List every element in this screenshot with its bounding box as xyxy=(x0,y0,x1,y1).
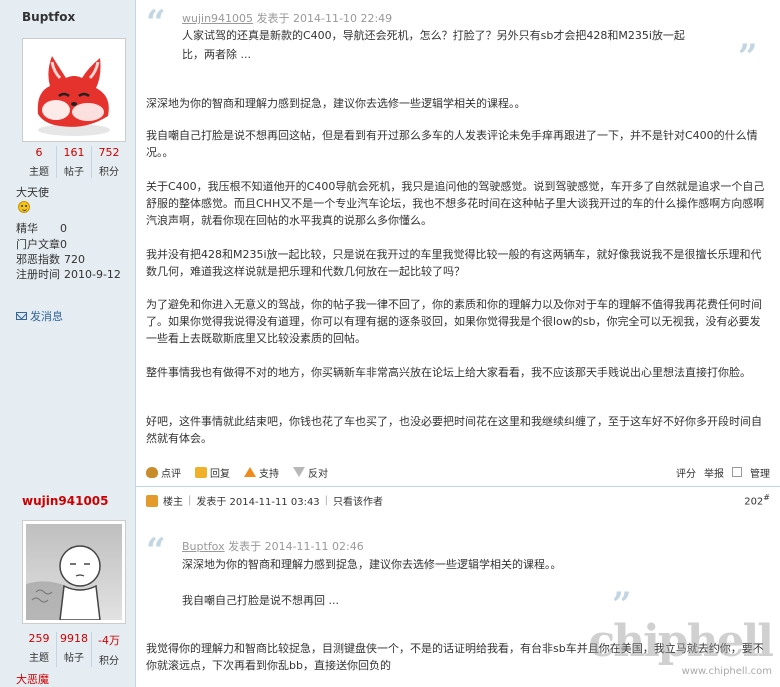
chiphell-logo: chiphell xyxy=(588,616,774,667)
stat-posts-value: 9918 xyxy=(60,632,88,645)
post-divider xyxy=(136,486,780,487)
stat-credits-value: -4万 xyxy=(98,634,120,647)
send-message-link[interactable]: 发消息 xyxy=(16,308,63,324)
stat-posts[interactable]: 161 帖子 xyxy=(57,146,92,178)
quote-header: wujin941005 发表于 2014-11-10 22:49 xyxy=(182,10,392,26)
oppose-button[interactable]: 反对 xyxy=(293,465,328,480)
user-title[interactable]: 大恶魔 xyxy=(16,671,49,687)
rate-label: 点评 xyxy=(161,468,181,480)
floor-mark: # xyxy=(763,493,770,503)
score-link[interactable]: 评分 xyxy=(676,465,696,480)
reply-icon xyxy=(195,466,207,478)
quote-close-icon: ” xyxy=(738,37,758,77)
quote-author-link[interactable]: wujin941005 xyxy=(182,12,253,25)
watermark-url: www.chiphell.com xyxy=(681,666,772,677)
stat-posts-label: 帖子 xyxy=(64,167,84,178)
stat-credits[interactable]: -4万 积分 xyxy=(92,632,126,667)
manage-label: 管理 xyxy=(750,468,770,480)
site-watermark: chiphell www.chiphell.com xyxy=(588,616,774,678)
quote-open-icon: “ xyxy=(146,531,166,571)
sketch-avatar-icon xyxy=(26,524,122,620)
stat-topics-label: 主题 xyxy=(29,653,49,664)
rate-button[interactable]: 点评 xyxy=(146,465,181,480)
post-actions: 点评 回复 支持 反对 评分 举报 管理 xyxy=(146,462,770,482)
field-value: 0 xyxy=(60,238,67,251)
stat-topics-value: 6 xyxy=(35,146,43,159)
thread-starter-badge: 楼主 xyxy=(163,497,183,508)
field-label: 门户文章 xyxy=(16,238,60,251)
report-link[interactable]: 举报 xyxy=(704,465,724,480)
avatar[interactable] xyxy=(22,38,126,142)
stat-posts-value: 161 xyxy=(63,146,85,159)
only-author-link[interactable]: 只看该作者 xyxy=(333,493,383,508)
floor-number[interactable]: 202# xyxy=(744,493,770,507)
support-button[interactable]: 支持 xyxy=(244,465,279,480)
reply-button[interactable]: 回复 xyxy=(195,465,230,480)
stat-posts[interactable]: 9918 帖子 xyxy=(57,632,92,667)
oppose-label: 反对 xyxy=(308,468,328,480)
post-time: 发表于 2014-11-11 03:43 xyxy=(196,497,320,508)
username-wujin941005[interactable]: wujin941005 xyxy=(22,494,109,508)
field-label: 邪恶指数 xyxy=(16,253,60,266)
user-stats: 6 主题 161 帖子 752 积分 xyxy=(22,146,126,178)
field-value: 2010-9-12 xyxy=(64,268,121,281)
reply-label: 回复 xyxy=(210,468,230,480)
post-header: 楼主 | 发表于 2014-11-11 03:43 | 只看该作者 202# xyxy=(146,493,770,508)
quote-text-line: 我自嘲自己打脸是说不想再回 ... xyxy=(182,594,339,607)
fox-avatar-icon xyxy=(26,42,122,138)
manage-checkbox[interactable] xyxy=(732,467,742,477)
field-value: 0 xyxy=(60,222,67,235)
post-paragraph: 好吧，这件事情就此结束吧，你钱也花了车也买了，也没必要把时间花在这里和我继续纠缠… xyxy=(146,415,762,445)
stat-credits[interactable]: 752 积分 xyxy=(92,146,126,178)
quote-text-line: 人家试驾的还真是新款的C400，导航还会死机，怎么？打脸了？另外只有sb才会把4… xyxy=(182,29,685,42)
post-actions-right: 评分 举报 管理 xyxy=(676,465,770,480)
smiley-icon xyxy=(18,201,30,213)
support-label: 支持 xyxy=(259,468,279,480)
separator: | xyxy=(324,495,329,506)
arrow-down-icon xyxy=(293,467,305,477)
separator: | xyxy=(188,495,192,506)
post-paragraph: 关于C400，我压根不知道他开的C400导航会死机，我只是追问他的驾驶感觉。说到… xyxy=(146,180,765,227)
field-value: 720 xyxy=(64,253,85,266)
user-title[interactable]: 大天使 xyxy=(16,184,49,200)
field-register-date: 注册时间 2010-9-12 xyxy=(16,266,121,282)
user-sidebar: Buptfox 6 主题 161 帖子 752 积分 大天使 精华 0 门户文章… xyxy=(0,0,136,687)
post-paragraph: 整件事情我也有做得不对的地方，你买辆新车非常高兴放在论坛上给大家看看，我不应该那… xyxy=(146,366,751,379)
floor-value: 202 xyxy=(744,496,764,508)
post-paragraph: 为了避免和你进入无意义的驾战，你的帖子我一律不回了，你的素质和你的理解力以及你对… xyxy=(146,298,762,345)
quote-posted: 发表于 2014-11-10 22:49 xyxy=(256,12,393,25)
post-paragraph: 深深地为你的智商和理解力感到捉急，建议你去选修一些逻辑学相关的课程。。 xyxy=(146,97,526,110)
quote-text-line: 比，两者除 ... xyxy=(182,48,251,61)
avatar[interactable] xyxy=(22,520,126,624)
thread-starter-icon xyxy=(146,494,158,507)
mail-icon xyxy=(16,312,27,320)
stat-topics-label: 主题 xyxy=(29,167,49,178)
comment-icon xyxy=(146,466,158,478)
field-digest: 精华 0 xyxy=(16,220,67,236)
quote-author-link[interactable]: Buptfox xyxy=(182,540,225,553)
post-paragraph: 我并没有把428和M235i放一起比较，只是说在我开过的车里我觉得比较一般的有这… xyxy=(146,248,762,278)
field-articles: 门户文章0 xyxy=(16,236,67,252)
quote-block: “ wujin941005 发表于 2014-11-10 22:49 人家试驾的… xyxy=(146,6,766,74)
post-paragraph: 我自嘲自己打脸是说不想再回这帖，但是看到有开过那么多车的人发表评论未免手痒再跟进… xyxy=(146,129,758,159)
stat-posts-label: 帖子 xyxy=(64,653,84,664)
quote-header: Buptfox 发表于 2014-11-11 02:46 xyxy=(182,538,364,554)
username-buptfox[interactable]: Buptfox xyxy=(22,10,75,24)
stat-topics[interactable]: 6 主题 xyxy=(22,146,57,178)
quote-block: “ Buptfox 发表于 2014-11-11 02:46 深深地为你的智商和… xyxy=(146,534,766,622)
stat-credits-label: 积分 xyxy=(99,656,119,667)
send-message-label: 发消息 xyxy=(30,310,63,323)
arrow-up-icon xyxy=(244,467,256,477)
stat-credits-label: 积分 xyxy=(99,167,119,178)
stat-topics-value: 259 xyxy=(28,632,50,645)
stat-credits-value: 752 xyxy=(98,146,120,159)
quote-posted: 发表于 2014-11-11 02:46 xyxy=(228,540,364,553)
quote-open-icon: “ xyxy=(146,3,166,43)
user-stats: 259 主题 9918 帖子 -4万 积分 xyxy=(22,632,126,667)
field-label: 注册时间 xyxy=(16,268,60,281)
stat-topics[interactable]: 259 主题 xyxy=(22,632,57,667)
field-evil-index: 邪恶指数 720 xyxy=(16,251,85,267)
field-label: 精华 xyxy=(16,222,38,235)
quote-text-line: 深深地为你的智商和理解力感到捉急，建议你去选修一些逻辑学相关的课程。。 xyxy=(182,558,562,571)
